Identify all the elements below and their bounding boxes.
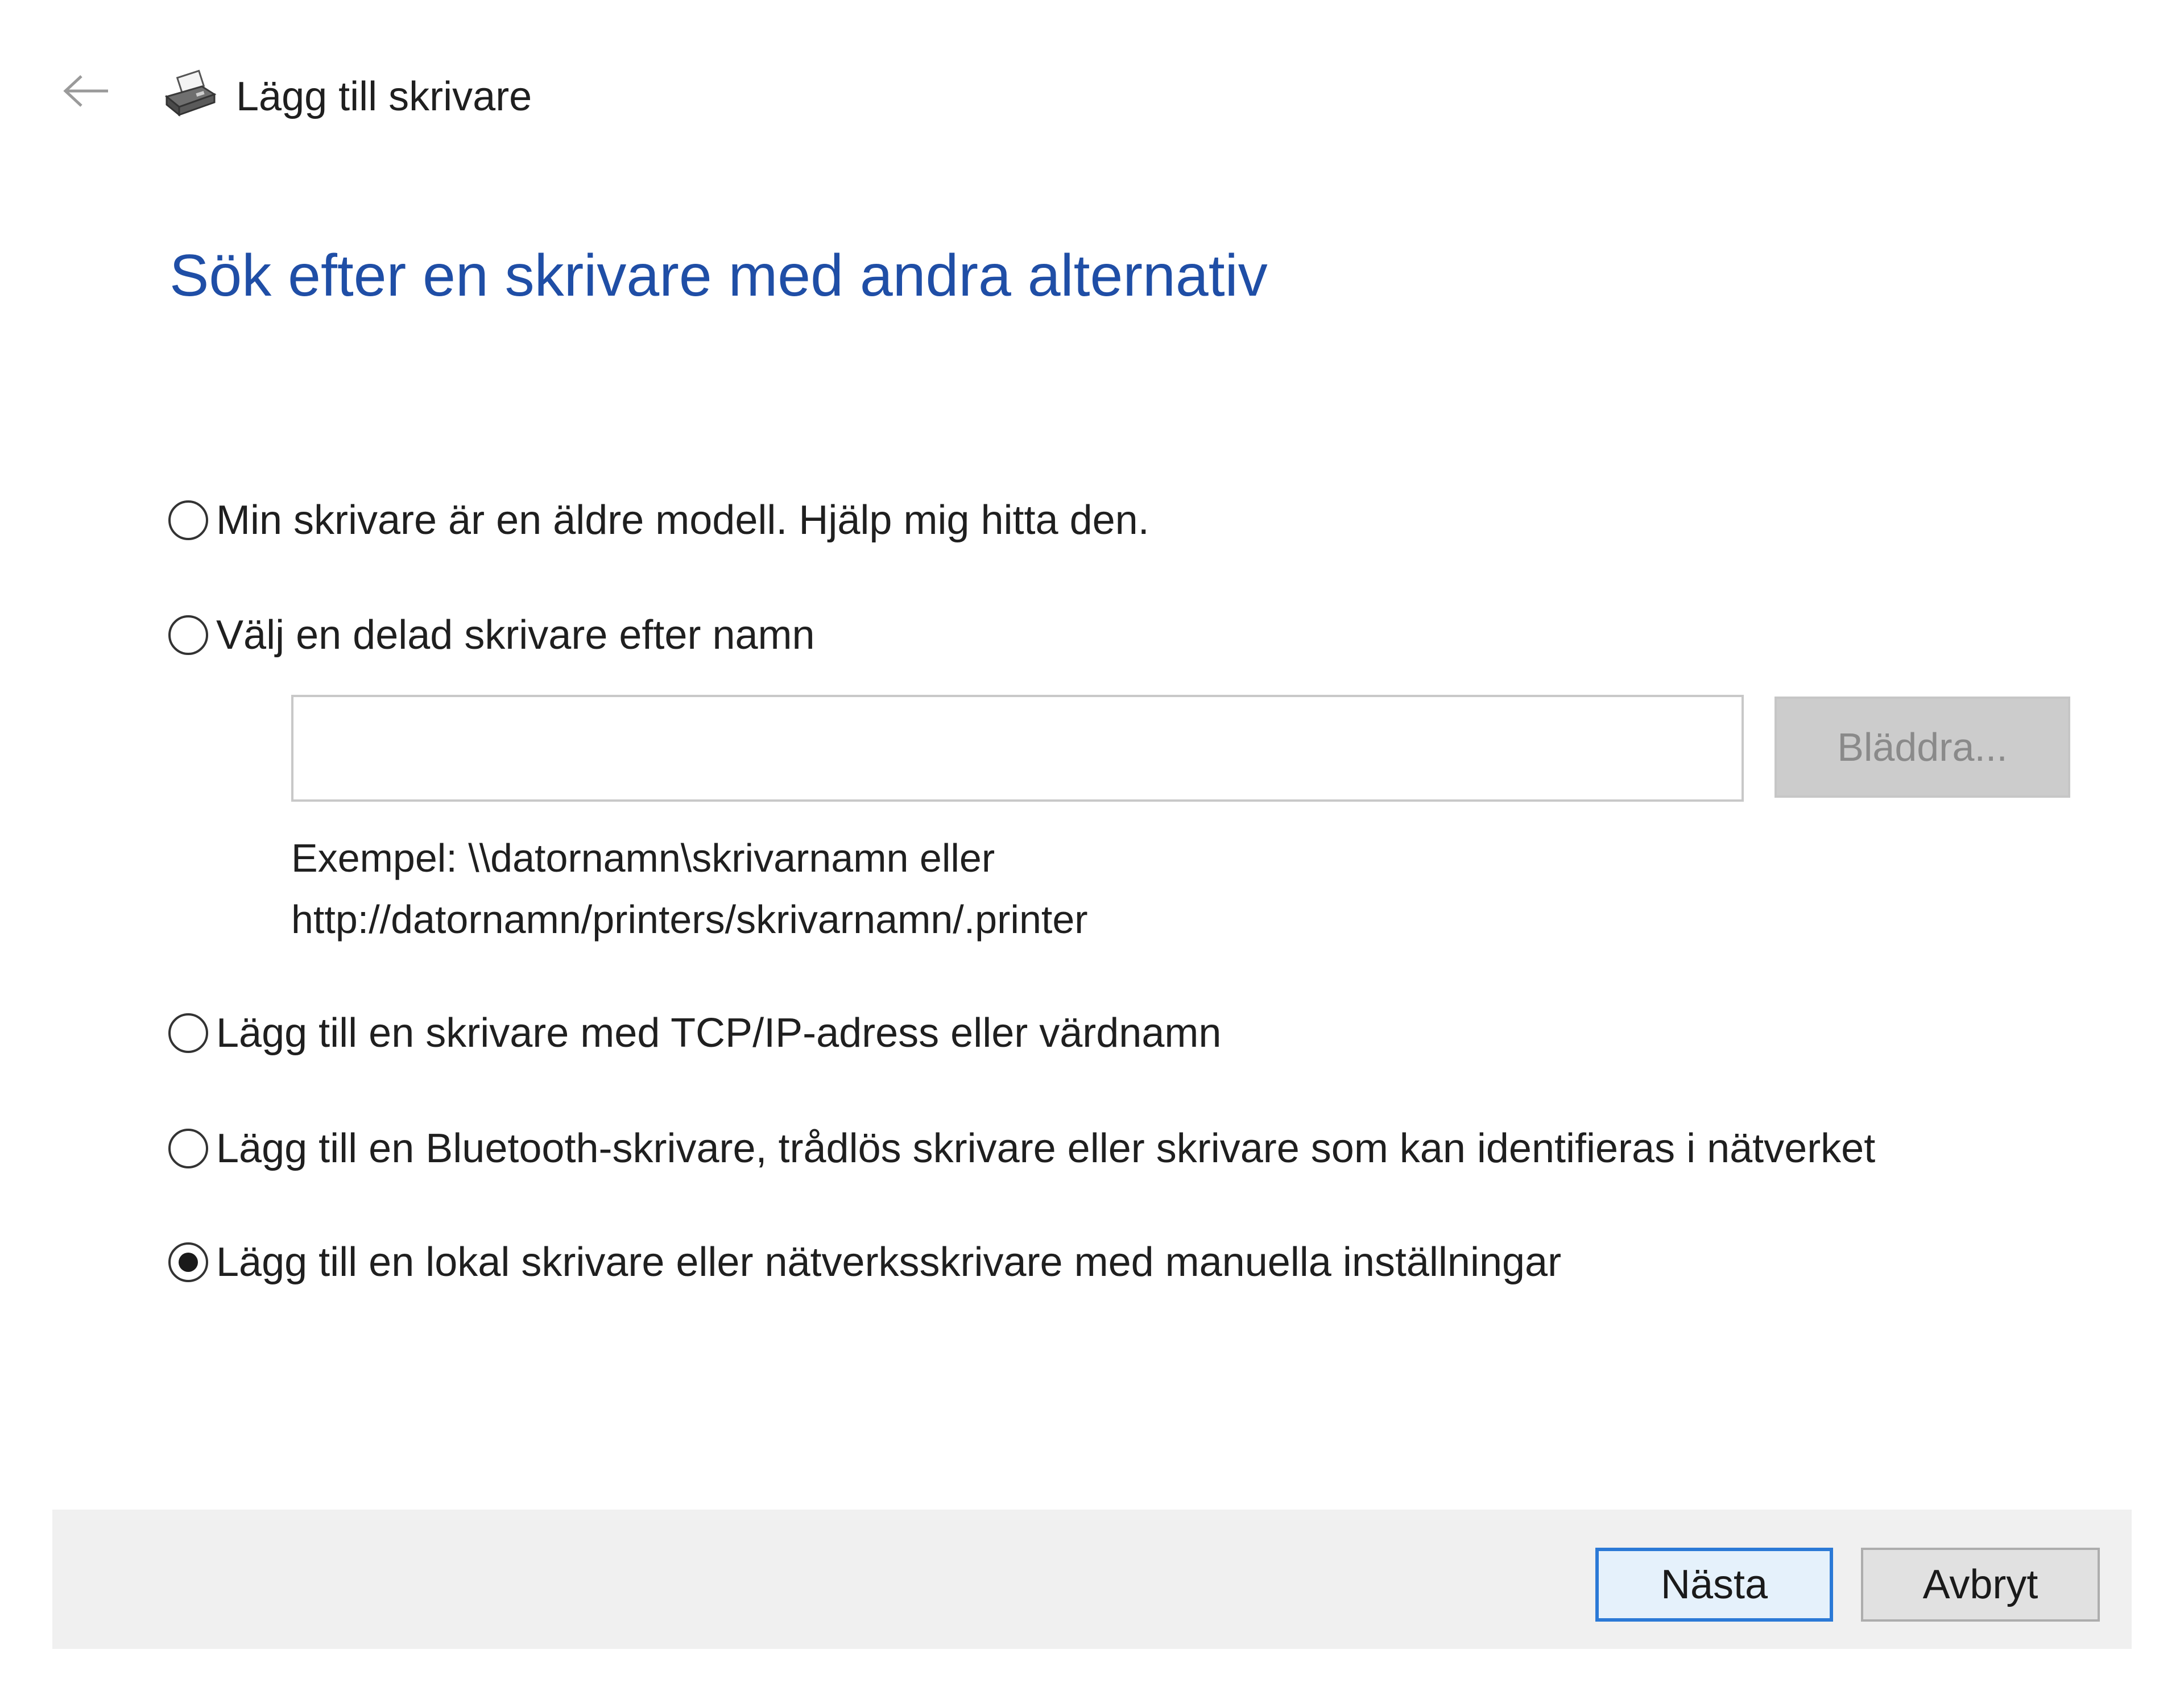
radio-button[interactable] xyxy=(168,615,208,655)
radio-option-shared-printer-by-name[interactable]: Välj en delad skrivare efter namn xyxy=(168,610,815,661)
next-button[interactable]: Nästa xyxy=(1595,1548,1833,1622)
radio-selected-dot xyxy=(179,1253,198,1272)
window-title: Lägg till skrivare xyxy=(236,74,532,119)
back-arrow-icon xyxy=(63,75,108,107)
printer-icon xyxy=(162,69,219,121)
example-text: Exempel: \\datornamn\skrivarnamn eller h… xyxy=(291,827,1088,950)
shared-printer-name-input[interactable] xyxy=(291,695,1744,802)
radio-option-label: Min skrivare är en äldre modell. Hjälp m… xyxy=(216,498,1149,543)
radio-button[interactable] xyxy=(168,1013,208,1053)
radio-option-local-manual[interactable]: Lägg till en lokal skrivare eller nätver… xyxy=(168,1237,1561,1288)
radio-option-tcp-ip[interactable]: Lägg till en skrivare med TCP/IP-adress … xyxy=(168,1008,1221,1059)
radio-button[interactable] xyxy=(168,500,208,540)
radio-option-older-model[interactable]: Min skrivare är en äldre modell. Hjälp m… xyxy=(168,495,1149,546)
example-line-1: Exempel: \\datornamn\skrivarnamn eller xyxy=(291,836,995,880)
radio-option-label: Lägg till en Bluetooth-skrivare, trådlös… xyxy=(216,1126,1876,1171)
radio-option-bluetooth-wireless[interactable]: Lägg till en Bluetooth-skrivare, trådlös… xyxy=(168,1123,1875,1174)
radio-button-selected[interactable] xyxy=(168,1242,208,1282)
radio-button[interactable] xyxy=(168,1129,208,1168)
example-line-2: http://datornamn/printers/skrivarnamn/.p… xyxy=(291,897,1088,942)
radio-option-label: Välj en delad skrivare efter namn xyxy=(216,612,815,658)
cancel-button[interactable]: Avbryt xyxy=(1861,1548,2100,1622)
back-button[interactable] xyxy=(57,68,114,114)
radio-option-label: Lägg till en lokal skrivare eller nätver… xyxy=(216,1240,1562,1285)
browse-button[interactable]: Bläddra... xyxy=(1774,697,2070,798)
page-heading: Sök efter en skrivare med andra alternat… xyxy=(169,243,1268,309)
radio-option-label: Lägg till en skrivare med TCP/IP-adress … xyxy=(216,1010,1222,1056)
